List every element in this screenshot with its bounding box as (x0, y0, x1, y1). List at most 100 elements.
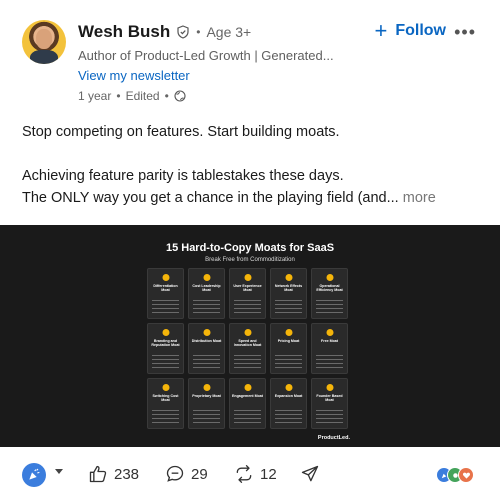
moat-card-text-line (316, 422, 343, 424)
moat-card-text-line (275, 418, 302, 420)
moat-card-text-line (234, 363, 261, 365)
moat-card-text-line (316, 308, 343, 310)
see-more-link[interactable]: more (403, 190, 436, 206)
author-avatar[interactable] (22, 20, 66, 64)
moat-card-title: Speed and Innovation Moat (233, 339, 262, 348)
moat-card: Switching Cost Moat (147, 378, 184, 429)
moat-card: Pricing Moat (270, 323, 307, 374)
moat-card-text-line (152, 414, 179, 416)
moat-card-title: Differentiation Moat (153, 284, 178, 293)
moat-card-text-line (234, 367, 261, 369)
post-line: Achieving feature parity is tablestakes … (22, 168, 344, 184)
moat-card-text-line (234, 308, 261, 310)
send-button[interactable] (300, 464, 320, 484)
moat-card-text-line (275, 422, 302, 424)
moat-card-text-line (234, 422, 261, 424)
post-image[interactable]: 15 Hard-to-Copy Moats for SaaS Break Fre… (0, 225, 500, 447)
moat-card-text-line (316, 363, 343, 365)
moat-card-title: Branding and Reputation Moat (151, 339, 180, 348)
follow-button[interactable]: + Follow (374, 20, 446, 42)
comment-button[interactable]: 29 (165, 464, 208, 484)
moat-card-text-line (152, 363, 179, 365)
moat-card-text-line (152, 359, 179, 361)
moat-card-text-line (316, 304, 343, 306)
moat-card-text-line (316, 410, 343, 412)
moat-card-text-line (234, 359, 261, 361)
image-title: 15 Hard-to-Copy Moats for SaaS (165, 242, 335, 254)
moat-card: Distribution Moat (188, 323, 225, 374)
moat-icon (244, 329, 251, 336)
like-button[interactable]: 238 (88, 464, 139, 484)
separator-dot: • (196, 25, 201, 39)
reaction-picker-button[interactable] (22, 463, 46, 487)
send-icon (301, 465, 319, 482)
moat-card-text-line (234, 304, 261, 306)
separator-dot: • (164, 89, 169, 103)
moat-card: Expansion Moat (270, 378, 307, 429)
image-brand-logo: ProductLed. (317, 435, 350, 441)
moat-card-title: Switching Cost Moat (152, 394, 179, 403)
moat-card-text-line (234, 312, 261, 314)
moat-card-text-line (193, 300, 220, 302)
reaction-summary[interactable] (436, 467, 474, 483)
more-options-icon[interactable]: ••• (454, 22, 476, 43)
chevron-down-icon[interactable] (55, 469, 63, 474)
moat-card: Founder Based Moat (311, 378, 348, 429)
post-body: Stop competing on features. Start buildi… (22, 121, 482, 209)
moat-icon (244, 274, 251, 281)
moat-icon (285, 274, 292, 281)
moat-card-text-line (193, 308, 220, 310)
moat-card: User Experience Moat (229, 268, 266, 319)
moat-card: Free Moat (311, 323, 348, 374)
moat-icon (203, 329, 210, 336)
moat-icon (326, 384, 333, 391)
moat-card-text-line (234, 414, 261, 416)
moat-card-text-line (316, 300, 343, 302)
moat-card-text-line (316, 355, 343, 357)
repost-icon (236, 465, 252, 483)
post-timestamp: 1 year • Edited • (78, 89, 186, 103)
moat-card-text-line (193, 422, 220, 424)
avatar-face (36, 29, 52, 49)
globe-icon (174, 90, 186, 102)
newsletter-link[interactable]: View my newsletter (78, 68, 190, 83)
post-line-truncated: The ONLY way you get a chance in the pla… (22, 187, 482, 209)
moat-card-text-line (275, 308, 302, 310)
edited-label: Edited (125, 89, 160, 103)
moat-card-text-line (234, 410, 261, 412)
moat-card-text-line (316, 312, 343, 314)
moat-card-text-line (152, 304, 179, 306)
moat-card-text-line (193, 363, 220, 365)
moat-card-text-line (275, 304, 302, 306)
moat-icon (162, 384, 169, 391)
moat-icon (326, 274, 333, 281)
separator-dot: • (116, 89, 121, 103)
avatar-shirt (30, 50, 58, 64)
moat-icon (244, 384, 251, 391)
repost-button[interactable]: 12 (234, 464, 277, 484)
moat-card: Speed and Innovation Moat (229, 323, 266, 374)
author-name[interactable]: Wesh Bush (78, 22, 170, 42)
moat-card-text-line (275, 355, 302, 357)
follow-label: Follow (395, 22, 446, 39)
moat-card: Differentiation Moat (147, 268, 184, 319)
moat-card-text-line (193, 414, 220, 416)
moat-card-text-line (152, 410, 179, 412)
moat-card-text-line (193, 355, 220, 357)
moat-card: Cost Leadership Moat (188, 268, 225, 319)
moat-card-title: Network Effects Moat (274, 284, 303, 293)
moat-card: Network Effects Moat (270, 268, 307, 319)
moat-card-text-line (193, 312, 220, 314)
moat-card-title: Cost Leadership Moat (192, 284, 221, 293)
moat-card-text-line (193, 418, 220, 420)
moat-card-text-line (193, 359, 220, 361)
author-age: Age 3+ (206, 24, 252, 40)
love-reaction-icon (458, 467, 474, 483)
moat-card-text-line (275, 367, 302, 369)
moat-card-text-line (316, 414, 343, 416)
post-header: Wesh Bush • Age 3+ Author of Product-Led… (22, 14, 484, 114)
moat-card-text-line (234, 355, 261, 357)
moat-icon (203, 274, 210, 281)
moat-card-text-line (316, 418, 343, 420)
moat-icon (162, 274, 169, 281)
